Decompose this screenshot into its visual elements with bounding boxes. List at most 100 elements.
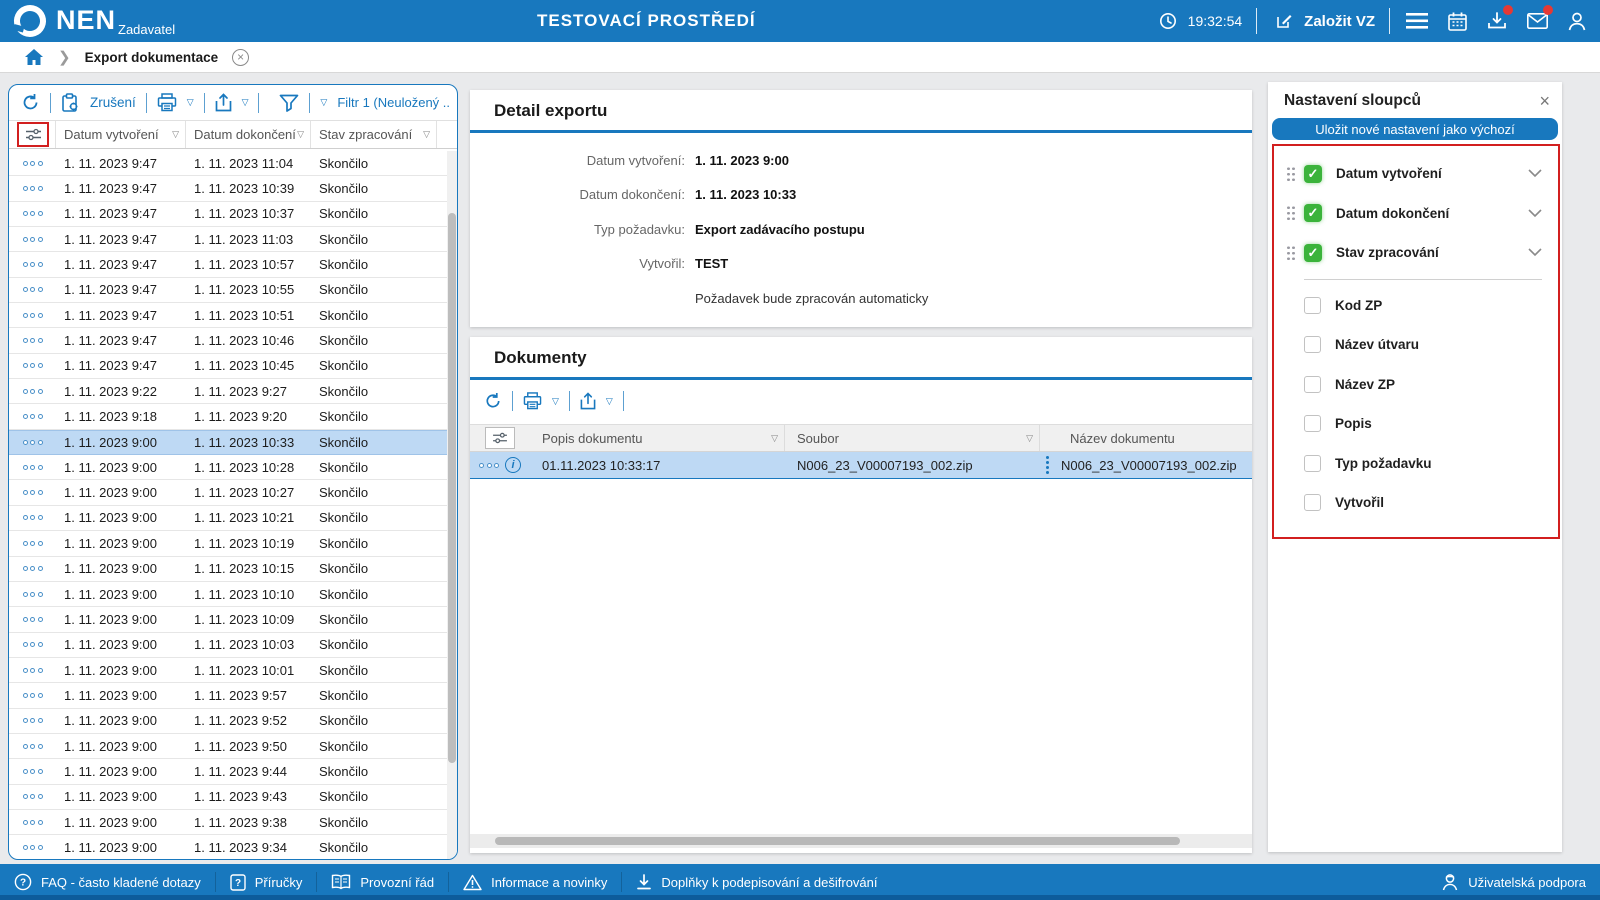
row-actions-icon[interactable] bbox=[23, 237, 43, 242]
row-actions-icon[interactable] bbox=[23, 262, 43, 267]
export-table-row[interactable]: 1. 11. 2023 9:00 1. 11. 2023 9:50 Skonči… bbox=[9, 734, 447, 759]
export-table-row[interactable]: 1. 11. 2023 9:22 1. 11. 2023 9:27 Skonči… bbox=[9, 379, 447, 404]
drag-handle-icon[interactable] bbox=[1286, 245, 1296, 261]
export-table-row[interactable]: 1. 11. 2023 9:00 1. 11. 2023 10:28 Skonč… bbox=[9, 455, 447, 480]
export-table-row[interactable]: 1. 11. 2023 9:00 1. 11. 2023 10:01 Skonč… bbox=[9, 658, 447, 683]
drag-handle-icon[interactable] bbox=[1286, 205, 1296, 221]
cancel-button[interactable]: Zrušení bbox=[90, 95, 136, 110]
document-row[interactable]: i 01.11.2023 10:33:17 N006_23_V00007193_… bbox=[470, 452, 1252, 479]
export-table-row[interactable]: 1. 11. 2023 9:47 1. 11. 2023 11:04 Skonč… bbox=[9, 151, 447, 176]
filter-triangle-icon[interactable]: ▽ bbox=[297, 129, 304, 140]
filter-triangle-icon[interactable]: ▽ bbox=[423, 129, 430, 140]
export-table-row[interactable]: 1. 11. 2023 9:00 1. 11. 2023 10:33 Skonč… bbox=[9, 430, 447, 455]
export-table-row[interactable]: 1. 11. 2023 9:00 1. 11. 2023 10:03 Skonč… bbox=[9, 633, 447, 658]
filter-triangle-icon[interactable]: ▽ bbox=[172, 129, 179, 140]
export-table-row[interactable]: 1. 11. 2023 9:00 1. 11. 2023 10:09 Skonč… bbox=[9, 607, 447, 632]
column-header-created[interactable]: Datum vytvoření ▽ bbox=[56, 121, 186, 148]
chevron-down-icon[interactable] bbox=[1528, 169, 1542, 178]
column-toggle-item[interactable]: ✓ Stav zpracování bbox=[1274, 233, 1558, 273]
row-actions-icon[interactable] bbox=[23, 515, 43, 520]
row-actions-icon[interactable] bbox=[23, 718, 43, 723]
home-icon[interactable] bbox=[24, 48, 44, 66]
mail-icon[interactable] bbox=[1524, 8, 1550, 34]
column-header-soubor[interactable]: Soubor ▽ bbox=[785, 425, 1040, 451]
row-actions-icon[interactable] bbox=[23, 617, 43, 622]
scrollbar-thumb[interactable] bbox=[448, 213, 456, 763]
row-actions-icon[interactable] bbox=[23, 414, 43, 419]
print-dropdown-icon[interactable]: ▽ bbox=[552, 396, 559, 407]
export-table-row[interactable]: 1. 11. 2023 9:00 1. 11. 2023 9:34 Skonči… bbox=[9, 835, 447, 860]
save-default-button[interactable]: Uložit nové nastavení jako výchozí bbox=[1272, 118, 1558, 140]
checkbox-checked-icon[interactable]: ✓ bbox=[1304, 165, 1322, 183]
row-actions-icon[interactable] bbox=[23, 642, 43, 647]
chevron-down-icon[interactable] bbox=[1528, 209, 1542, 218]
refresh-icon[interactable] bbox=[21, 93, 40, 112]
export-table-row[interactable]: 1. 11. 2023 9:47 1. 11. 2023 10:39 Skonč… bbox=[9, 176, 447, 201]
footer-news-link[interactable]: Informace a novinky bbox=[463, 874, 607, 891]
column-toggle-item[interactable]: Název ZP bbox=[1274, 365, 1558, 405]
export-table-row[interactable]: 1. 11. 2023 9:47 1. 11. 2023 10:57 Skonč… bbox=[9, 252, 447, 277]
export-dropdown-icon[interactable]: ▽ bbox=[242, 97, 249, 108]
filter-icon[interactable] bbox=[279, 94, 299, 112]
downloads-icon[interactable] bbox=[1484, 8, 1510, 34]
export-icon[interactable] bbox=[580, 392, 596, 410]
footer-addons-link[interactable]: Doplňky k podepisování a dešifrování bbox=[636, 874, 877, 891]
export-table-row[interactable]: 1. 11. 2023 9:47 1. 11. 2023 10:37 Skonč… bbox=[9, 202, 447, 227]
filter-dropdown-icon[interactable]: ▽ bbox=[320, 97, 327, 108]
row-actions-icon[interactable] bbox=[23, 363, 43, 368]
row-actions-icon[interactable] bbox=[23, 668, 43, 673]
row-actions-icon[interactable] bbox=[23, 389, 43, 394]
export-table-row[interactable]: 1. 11. 2023 9:00 1. 11. 2023 9:38 Skonči… bbox=[9, 810, 447, 835]
export-table-row[interactable]: 1. 11. 2023 9:47 1. 11. 2023 10:46 Skonč… bbox=[9, 328, 447, 353]
horizontal-scrollbar[interactable] bbox=[470, 834, 1252, 848]
checkbox-checked-icon[interactable]: ✓ bbox=[1304, 204, 1322, 222]
export-table-row[interactable]: 1. 11. 2023 9:00 1. 11. 2023 10:21 Skonč… bbox=[9, 506, 447, 531]
row-actions-icon[interactable] bbox=[23, 693, 43, 698]
row-actions-icon[interactable] bbox=[23, 794, 43, 799]
row-actions-icon[interactable] bbox=[23, 820, 43, 825]
cancel-icon[interactable] bbox=[61, 93, 80, 113]
column-header-status[interactable]: Stav zpracování ▽ bbox=[311, 121, 437, 148]
row-actions-icon[interactable] bbox=[23, 566, 43, 571]
footer-faq-link[interactable]: ? FAQ - často kladené dotazy bbox=[14, 873, 201, 891]
row-actions-icon[interactable] bbox=[23, 186, 43, 191]
refresh-icon[interactable] bbox=[484, 392, 502, 410]
export-table-row[interactable]: 1. 11. 2023 9:00 1. 11. 2023 9:52 Skonči… bbox=[9, 709, 447, 734]
close-icon[interactable]: × bbox=[1539, 93, 1550, 109]
checkbox-unchecked-icon[interactable] bbox=[1304, 415, 1321, 432]
column-resize-handle[interactable] bbox=[1046, 456, 1049, 474]
column-toggle-item[interactable]: Vytvořil bbox=[1274, 483, 1558, 523]
column-header-nazev[interactable]: Název dokumentu bbox=[1040, 425, 1252, 451]
row-actions-icon[interactable] bbox=[23, 287, 43, 292]
checkbox-unchecked-icon[interactable] bbox=[1304, 455, 1321, 472]
footer-support-link[interactable]: Uživatelská podpora bbox=[1441, 873, 1586, 891]
column-toggle-item[interactable]: Popis bbox=[1274, 404, 1558, 444]
export-table-row[interactable]: 1. 11. 2023 9:47 1. 11. 2023 10:55 Skonč… bbox=[9, 278, 447, 303]
row-actions-icon[interactable] bbox=[23, 313, 43, 318]
vertical-scrollbar[interactable] bbox=[447, 151, 457, 859]
export-table-row[interactable]: 1. 11. 2023 9:47 1. 11. 2023 10:51 Skonč… bbox=[9, 303, 447, 328]
row-actions-icon[interactable] bbox=[23, 744, 43, 749]
row-actions-icon[interactable] bbox=[23, 338, 43, 343]
column-settings-button[interactable] bbox=[485, 427, 515, 449]
checkbox-unchecked-icon[interactable] bbox=[1304, 336, 1321, 353]
filter-triangle-icon[interactable]: ▽ bbox=[771, 433, 778, 444]
scrollbar-thumb[interactable] bbox=[495, 837, 1180, 845]
checkbox-unchecked-icon[interactable] bbox=[1304, 494, 1321, 511]
close-tab-icon[interactable]: × bbox=[232, 49, 249, 66]
calendar-icon[interactable] bbox=[1444, 8, 1470, 34]
print-icon[interactable] bbox=[523, 392, 542, 410]
export-dropdown-icon[interactable]: ▽ bbox=[606, 396, 613, 407]
export-table-row[interactable]: 1. 11. 2023 9:00 1. 11. 2023 9:44 Skonči… bbox=[9, 759, 447, 784]
row-actions-icon[interactable] bbox=[23, 465, 43, 470]
export-table-row[interactable]: 1. 11. 2023 9:18 1. 11. 2023 9:20 Skonči… bbox=[9, 404, 447, 429]
column-settings-button[interactable] bbox=[17, 122, 49, 147]
checkbox-unchecked-icon[interactable] bbox=[1304, 376, 1321, 393]
checkbox-checked-icon[interactable]: ✓ bbox=[1304, 244, 1322, 262]
row-actions-icon[interactable] bbox=[23, 211, 43, 216]
create-vz-button[interactable]: Založit VZ bbox=[1271, 8, 1375, 34]
print-icon[interactable] bbox=[157, 93, 177, 112]
row-actions-icon[interactable] bbox=[479, 463, 499, 468]
row-actions-icon[interactable] bbox=[23, 769, 43, 774]
export-table-row[interactable]: 1. 11. 2023 9:00 1. 11. 2023 9:57 Skonči… bbox=[9, 683, 447, 708]
